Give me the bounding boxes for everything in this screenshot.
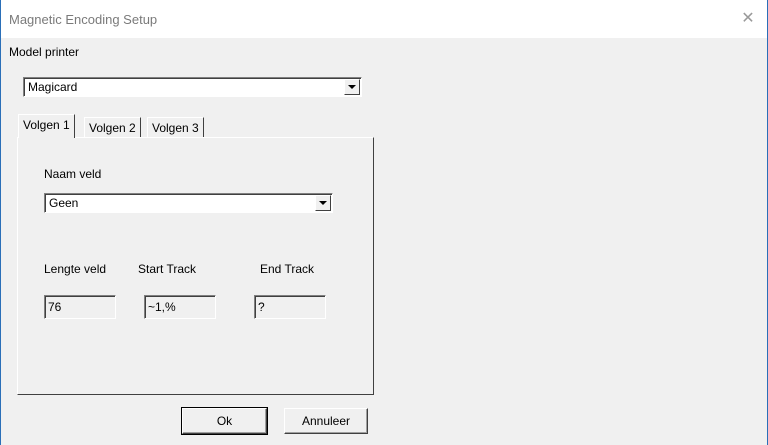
close-icon[interactable]: ✕: [733, 6, 763, 32]
length-field-label: Lengte veld: [44, 262, 107, 276]
model-printer-label: Model printer: [9, 45, 80, 59]
tab-volgen-3[interactable]: Volgen 3: [147, 117, 204, 138]
end-track-label: End Track: [260, 262, 315, 276]
model-printer-select[interactable]: Magicard: [23, 77, 362, 97]
tab-volgen-2[interactable]: Volgen 2: [84, 117, 141, 138]
field-name-value: Geen: [49, 196, 79, 210]
window-title: Magnetic Encoding Setup: [9, 12, 158, 27]
start-track-label: Start Track: [138, 262, 197, 276]
start-track-input[interactable]: ~1,%: [144, 295, 216, 319]
ok-button[interactable]: Ok: [181, 407, 268, 435]
chevron-down-icon[interactable]: [344, 79, 360, 95]
tab-volgen-1[interactable]: Volgen 1: [18, 114, 75, 138]
field-name-select[interactable]: Geen: [44, 193, 333, 213]
field-name-label: Naam veld: [44, 167, 102, 181]
tab-panel: Naam veld Geen Lengte veld Start Track E…: [17, 137, 374, 395]
title-bar: Magnetic Encoding Setup ✕: [1, 0, 767, 38]
chevron-down-icon[interactable]: [315, 195, 331, 211]
cancel-button[interactable]: Annuleer: [284, 408, 368, 434]
model-printer-value: Magicard: [28, 80, 78, 94]
dialog-window: Magnetic Encoding Setup ✕ Model printer …: [0, 0, 768, 445]
length-field-input[interactable]: 76: [44, 295, 116, 319]
end-track-input[interactable]: ?: [254, 295, 326, 319]
